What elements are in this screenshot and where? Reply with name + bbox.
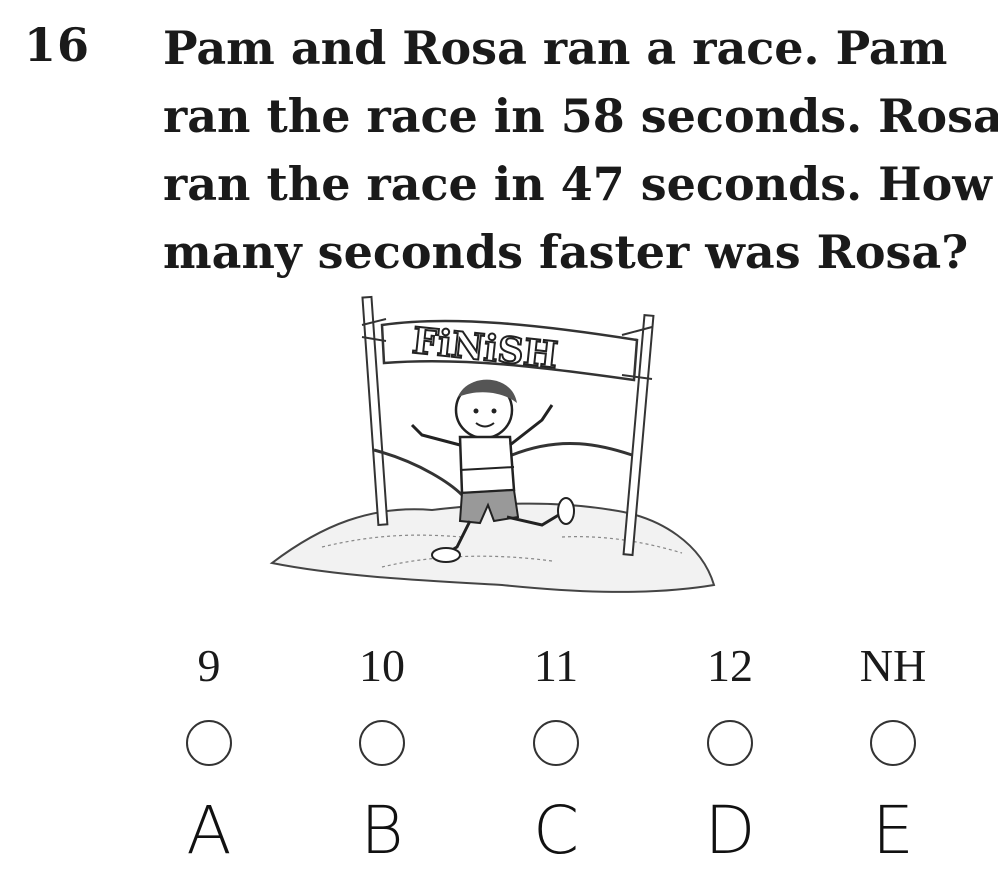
choice-value: 10 [359,640,405,691]
runner-shirt [458,435,516,495]
choice-letter: C [532,792,580,869]
question-line: ran the race in 47 seconds. How [163,157,992,211]
question-number: 16 [24,18,91,72]
answer-bubble-d[interactable] [707,720,753,766]
answer-bubble-e[interactable] [870,720,916,766]
choice-b: 10 [322,640,442,766]
choice-value: 12 [707,640,753,691]
question-line: many seconds faster was Rosa? [163,225,969,279]
choice-e: NH [833,640,953,766]
choice-d: 12 [670,640,790,766]
question-line: ran the race in 58 seconds. Rosa [163,89,998,143]
answer-bubble-c[interactable] [533,720,579,766]
question-text: Pam and Rosa ran a race. Pam ran the rac… [163,14,998,286]
choice-c: 11 [496,640,616,766]
answer-choices: 9 10 11 12 NH [0,640,998,766]
choice-letter: A [186,792,232,869]
runner-finish-line-illustration: FiNiSH [269,295,716,593]
question-line: Pam and Rosa ran a race. Pam [163,21,948,75]
choice-value: 9 [197,640,221,691]
choice-value: NH [859,640,927,691]
choice-letter: E [872,792,914,869]
answer-bubble-a[interactable] [186,720,232,766]
choice-letter: B [360,792,404,869]
runner-arm-right [509,404,554,447]
handwritten-letters: A B C D E [0,795,998,867]
choice-letter: D [704,792,756,869]
runner-arm-left [410,423,461,447]
choice-a: 9 [149,640,269,766]
answer-bubble-b[interactable] [359,720,405,766]
choice-value: 11 [533,640,579,691]
